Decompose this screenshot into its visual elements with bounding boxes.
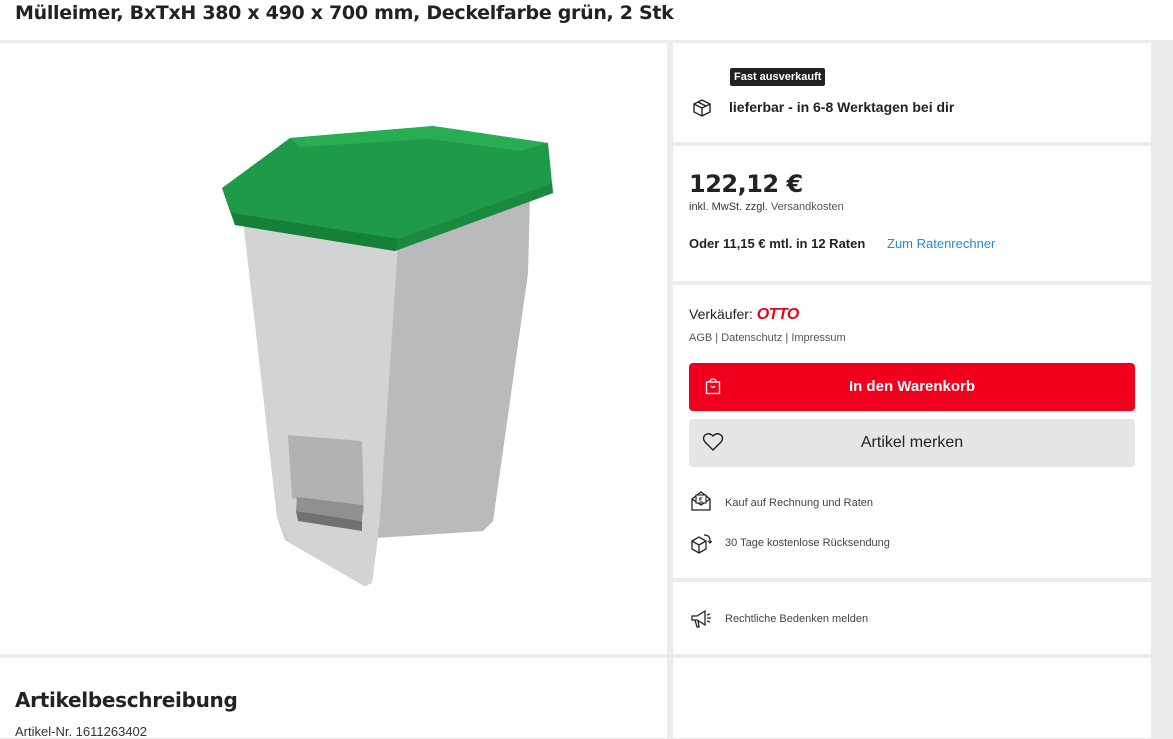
heart-icon xyxy=(702,433,724,451)
delivery-info: lieferbar - in 6-8 Werktagen bei dir xyxy=(729,99,955,115)
tax-note-text: inkl. MwSt. zzgl. xyxy=(689,201,768,213)
seller-legal-links[interactable]: AGB | Datenschutz | Impressum xyxy=(689,332,846,344)
price-panel: 122,12 € inkl. MwSt. zzgl. Versandkosten… xyxy=(673,146,1151,281)
shopping-bag-icon xyxy=(705,378,721,395)
return-box-icon xyxy=(691,534,712,554)
wishlist-label: Artikel merken xyxy=(860,434,964,451)
installment-calculator-link[interactable]: Zum Ratenrechner xyxy=(887,236,995,251)
package-icon xyxy=(693,99,711,117)
report-legal-concerns-link[interactable]: Rechtliche Bedenken melden xyxy=(725,613,868,625)
feature-invoice: Kauf auf Rechnung und Raten xyxy=(725,497,874,509)
shipping-costs-link[interactable]: Versandkosten xyxy=(771,201,844,213)
description-heading: Artikelbeschreibung xyxy=(15,688,238,712)
seller-label: Verkäufer: xyxy=(689,306,753,322)
product-image-panel[interactable] xyxy=(0,43,667,654)
side-bottom-panel xyxy=(673,658,1151,738)
price: 122,12 € xyxy=(689,170,803,198)
title-bar: Mülleimer, BxTxH 380 x 490 x 700 mm, Dec… xyxy=(0,0,1173,40)
feature-returns: 30 Tage kostenlose Rücksendung xyxy=(725,537,890,549)
seller-logo[interactable]: OTTO xyxy=(757,306,800,323)
description-panel: Artikelbeschreibung Artikel-Nr. 16112634… xyxy=(0,658,667,739)
add-to-cart-label: In den Warenkorb xyxy=(848,378,976,395)
add-to-cart-button[interactable]: In den Warenkorb xyxy=(689,363,1135,411)
svg-text:€: € xyxy=(699,496,703,504)
installment-info: Oder 11,15 € mtl. in 12 Raten xyxy=(689,236,866,251)
stock-panel: Fast ausverkauft lieferbar - in 6-8 Werk… xyxy=(673,43,1151,142)
product-title: Mülleimer, BxTxH 380 x 490 x 700 mm, Dec… xyxy=(15,2,674,24)
megaphone-icon xyxy=(691,609,711,628)
seller-info: Verkäufer: OTTO xyxy=(689,306,799,324)
buy-panel: Verkäufer: OTTO AGB | Datenschutz | Impr… xyxy=(673,285,1151,578)
product-image[interactable] xyxy=(0,43,667,654)
invoice-icon: € xyxy=(691,491,711,511)
tax-note: inkl. MwSt. zzgl. Versandkosten xyxy=(689,201,844,213)
report-panel: Rechtliche Bedenken melden xyxy=(673,582,1151,654)
wishlist-button[interactable]: Artikel merken xyxy=(689,419,1135,467)
stock-badge: Fast ausverkauft xyxy=(730,68,826,86)
